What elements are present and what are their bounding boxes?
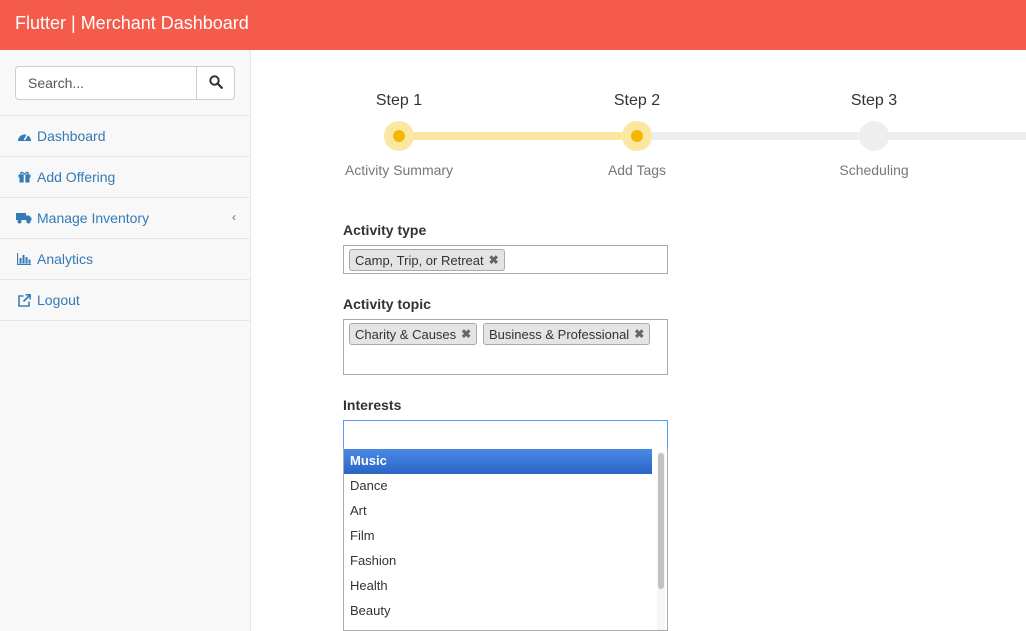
remove-tag-icon[interactable]: ✖ [489, 253, 499, 267]
tag-chip: Charity & Causes ✖ [349, 323, 478, 345]
chevron-left-icon: ‹ [232, 210, 236, 224]
dropdown-option[interactable]: Beauty [344, 599, 667, 624]
step-title: Step 3 [850, 92, 898, 109]
step-track-pending [652, 132, 1026, 140]
dropdown-option[interactable]: Art [344, 499, 667, 524]
step-1-marker-dot [393, 130, 405, 142]
dropdown-option[interactable]: Dance [344, 474, 667, 499]
sidebar-item-label: Logout [37, 292, 80, 308]
sidebar-item-dashboard[interactable]: Dashboard [0, 116, 250, 157]
activity-topic-label: Activity topic [343, 296, 431, 312]
tag-label: Camp, Trip, or Retreat [355, 252, 484, 268]
activity-type-label: Activity type [343, 222, 427, 238]
tag-label: Business & Professional [489, 326, 630, 342]
dropdown-option[interactable]: Health [344, 574, 667, 599]
app-title[interactable]: Flutter | Merchant Dashboard [15, 13, 249, 34]
step-title: Step 2 [613, 92, 661, 109]
dropdown-option[interactable]: Music [344, 449, 652, 474]
sidebar-nav: Dashboard Add Offering Manage Inventory … [0, 115, 250, 321]
truck-icon [16, 211, 32, 225]
step-2-caption: Add Tags [557, 162, 717, 178]
step-3-marker[interactable] [859, 121, 889, 151]
step-3[interactable]: Step 3 [794, 92, 954, 110]
step-title: Step 1 [375, 92, 423, 109]
remove-tag-icon[interactable]: ✖ [461, 327, 471, 341]
sidebar-item-manage-inventory[interactable]: Manage Inventory ‹ [0, 198, 250, 239]
search-icon [208, 74, 223, 92]
sidebar-search [15, 66, 235, 100]
step-1-marker[interactable] [384, 121, 414, 151]
step-subtitle: Activity Summary [344, 162, 454, 178]
top-navbar: Flutter | Merchant Dashboard [0, 0, 1026, 50]
dropdown-option[interactable]: Film [344, 524, 667, 549]
sidebar-item-label: Dashboard [37, 128, 106, 144]
remove-tag-icon[interactable]: ✖ [634, 327, 644, 341]
sidebar-item-add-offering[interactable]: Add Offering [0, 157, 250, 198]
step-3-caption: Scheduling [794, 162, 954, 178]
activity-topic-select[interactable]: Charity & Causes ✖ Business & Profession… [343, 319, 668, 375]
search-input[interactable] [15, 66, 197, 100]
external-link-icon [16, 293, 32, 307]
activity-type-select[interactable]: Camp, Trip, or Retreat ✖ [343, 245, 668, 274]
dropdown-option[interactable]: Fashion [344, 549, 667, 574]
sidebar-item-label: Add Offering [37, 169, 116, 185]
sidebar: Dashboard Add Offering Manage Inventory … [0, 50, 251, 631]
step-2[interactable]: Step 2 [557, 92, 717, 110]
interests-input[interactable] [343, 420, 668, 450]
search-button[interactable] [196, 66, 235, 100]
tag-chip: Camp, Trip, or Retreat ✖ [349, 249, 505, 271]
interests-dropdown[interactable]: Music Dance Art Film Fashion Health Beau… [343, 449, 668, 631]
step-subtitle: Scheduling [839, 162, 909, 178]
sidebar-item-label: Manage Inventory [37, 210, 150, 226]
step-subtitle: Add Tags [607, 162, 667, 178]
step-2-marker-dot [631, 130, 643, 142]
sidebar-item-analytics[interactable]: Analytics [0, 239, 250, 280]
tag-chip: Business & Professional ✖ [483, 323, 651, 345]
step-track-done [403, 132, 638, 140]
tachometer-icon [16, 129, 32, 143]
tag-label: Charity & Causes [355, 326, 457, 342]
step-1-caption: Activity Summary [319, 162, 479, 178]
sidebar-item-logout[interactable]: Logout [0, 280, 250, 321]
step-1[interactable]: Step 1 [319, 92, 479, 110]
gift-icon [16, 170, 32, 184]
bar-chart-icon [16, 252, 32, 266]
interests-label: Interests [343, 397, 402, 413]
main-content: Step 1 Activity Summary Step 2 Add Tags … [251, 50, 1026, 631]
dropdown-scrollbar-thumb[interactable] [658, 453, 664, 589]
step-2-marker[interactable] [622, 121, 652, 151]
sidebar-item-label: Analytics [37, 251, 94, 267]
